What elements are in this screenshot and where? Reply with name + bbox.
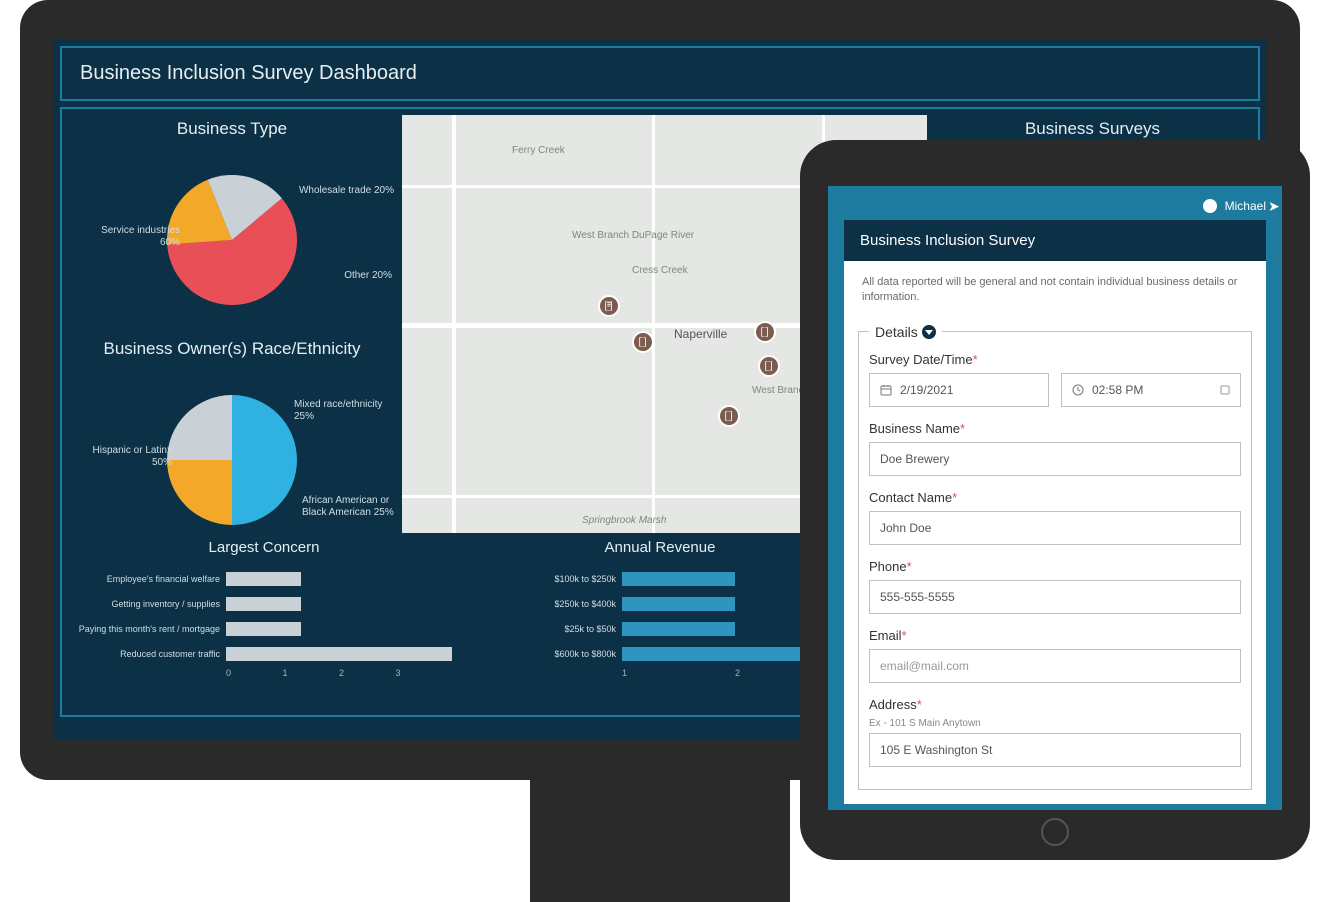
bar-row: $600k to $800k — [472, 643, 848, 665]
chevron-down-icon[interactable] — [922, 325, 936, 339]
pie-label: Wholesale trade 20% — [299, 185, 394, 197]
section-title-business-type: Business Type — [62, 115, 402, 145]
bar-fill — [226, 572, 301, 586]
map-area-label: West Branch DuPage River — [572, 230, 694, 241]
bar-panel-revenue[interactable]: Annual Revenue $100k to $250k $250k to $4… — [462, 535, 858, 715]
pie-label: Other 20% — [344, 270, 392, 282]
bar-axis: 0123 — [226, 668, 452, 678]
bar-panel-concern[interactable]: Largest Concern Employee's financial wel… — [66, 535, 462, 715]
tablet-topbar: Michael — [834, 192, 1276, 220]
bar-label: $250k to $400k — [472, 599, 622, 609]
map-marker-icon[interactable] — [632, 331, 654, 353]
form-intro: All data reported will be general and no… — [844, 261, 1266, 320]
bar-fill — [226, 647, 452, 661]
bar-fill — [622, 622, 735, 636]
bar-label: $25k to $50k — [472, 624, 622, 634]
clear-icon[interactable] — [1220, 385, 1230, 395]
label-phone: Phone* — [869, 559, 1241, 574]
calendar-icon — [880, 384, 892, 396]
pie-race-ethnicity[interactable]: Hispanic or Latinx 50% Mixed race/ethnic… — [62, 365, 402, 555]
cursor-icon: ➤ — [1268, 198, 1280, 215]
date-input[interactable]: 2/19/2021 — [869, 373, 1049, 407]
phone-input[interactable] — [869, 580, 1241, 614]
user-name[interactable]: Michael — [1225, 199, 1266, 213]
pie-race-svg — [167, 395, 297, 525]
map-marker-icon[interactable] — [598, 295, 620, 317]
bar-row: Employee's financial welfare — [76, 568, 452, 590]
time-input[interactable]: 02:58 PM — [1061, 373, 1241, 407]
bar-fill — [226, 622, 301, 636]
date-value: 2/19/2021 — [900, 383, 953, 397]
form-header: Business Inclusion Survey — [844, 220, 1266, 261]
tablet-home-button[interactable] — [1041, 818, 1069, 846]
pie-business-type[interactable]: Service industries 60% Wholesale trade 2… — [62, 145, 402, 335]
bar-row: Getting inventory / supplies — [76, 593, 452, 615]
section-title-concern: Largest Concern — [76, 535, 452, 562]
pie-label: Service industries 60% — [80, 225, 180, 249]
map-marker-icon[interactable] — [754, 321, 776, 343]
clock-icon — [1072, 384, 1084, 396]
tablet-screen: Michael Business Inclusion Survey All da… — [828, 186, 1282, 810]
label-date-time: Survey Date/Time* — [869, 352, 1241, 367]
contact-name-input[interactable] — [869, 511, 1241, 545]
details-fieldset: Details Survey Date/Time* 2/19/2021 — [858, 324, 1252, 790]
section-title-revenue: Annual Revenue — [472, 535, 848, 562]
pie-label: African American or Black American 25% — [302, 495, 402, 519]
map-area-label: Cress Creek — [632, 265, 688, 276]
address-hint: Ex - 101 S Main Anytown — [869, 718, 1241, 729]
details-legend-text: Details — [875, 324, 918, 340]
pie-label: Mixed race/ethnicity 25% — [294, 399, 394, 423]
bar-row: Reduced customer traffic — [76, 643, 452, 665]
email-input[interactable] — [869, 649, 1241, 683]
avatar-icon[interactable] — [1203, 199, 1217, 213]
business-name-input[interactable] — [869, 442, 1241, 476]
bar-label: Paying this month's rent / mortgage — [76, 624, 226, 634]
label-email: Email* — [869, 628, 1241, 643]
bar-label: Reduced customer traffic — [76, 649, 226, 659]
pie-label: Hispanic or Latinx 50% — [72, 445, 172, 469]
section-title-race: Business Owner(s) Race/Ethnicity — [62, 335, 402, 365]
bar-row: $100k to $250k — [472, 568, 848, 590]
tablet-device: Michael Business Inclusion Survey All da… — [800, 140, 1310, 860]
bar-label: $100k to $250k — [472, 574, 622, 584]
map-area-label: Ferry Creek — [512, 145, 565, 156]
dashboard-title: Business Inclusion Survey Dashboard — [60, 46, 1260, 101]
bar-fill — [622, 572, 735, 586]
label-address: Address* — [869, 697, 1241, 712]
bar-label: $600k to $800k — [472, 649, 622, 659]
map-area-label: Springbrook Marsh — [582, 515, 666, 526]
bar-label: Employee's financial welfare — [76, 574, 226, 584]
bar-fill — [226, 597, 301, 611]
map-city-label: Naperville — [674, 327, 727, 341]
map-marker-icon[interactable] — [758, 355, 780, 377]
survey-form: Business Inclusion Survey All data repor… — [844, 220, 1266, 804]
bar-row: Paying this month's rent / mortgage — [76, 618, 452, 640]
label-contact-name: Contact Name* — [869, 490, 1241, 505]
bar-label: Getting inventory / supplies — [76, 599, 226, 609]
details-legend[interactable]: Details — [869, 324, 942, 340]
map-marker-icon[interactable] — [718, 405, 740, 427]
bar-row: $25k to $50k — [472, 618, 848, 640]
bar-fill — [622, 597, 735, 611]
time-value: 02:58 PM — [1092, 383, 1143, 397]
label-business-name: Business Name* — [869, 421, 1241, 436]
pie-business-type-svg — [167, 175, 297, 305]
address-input[interactable] — [869, 733, 1241, 767]
bar-row: $250k to $400k — [472, 593, 848, 615]
monitor-stand — [530, 780, 790, 902]
